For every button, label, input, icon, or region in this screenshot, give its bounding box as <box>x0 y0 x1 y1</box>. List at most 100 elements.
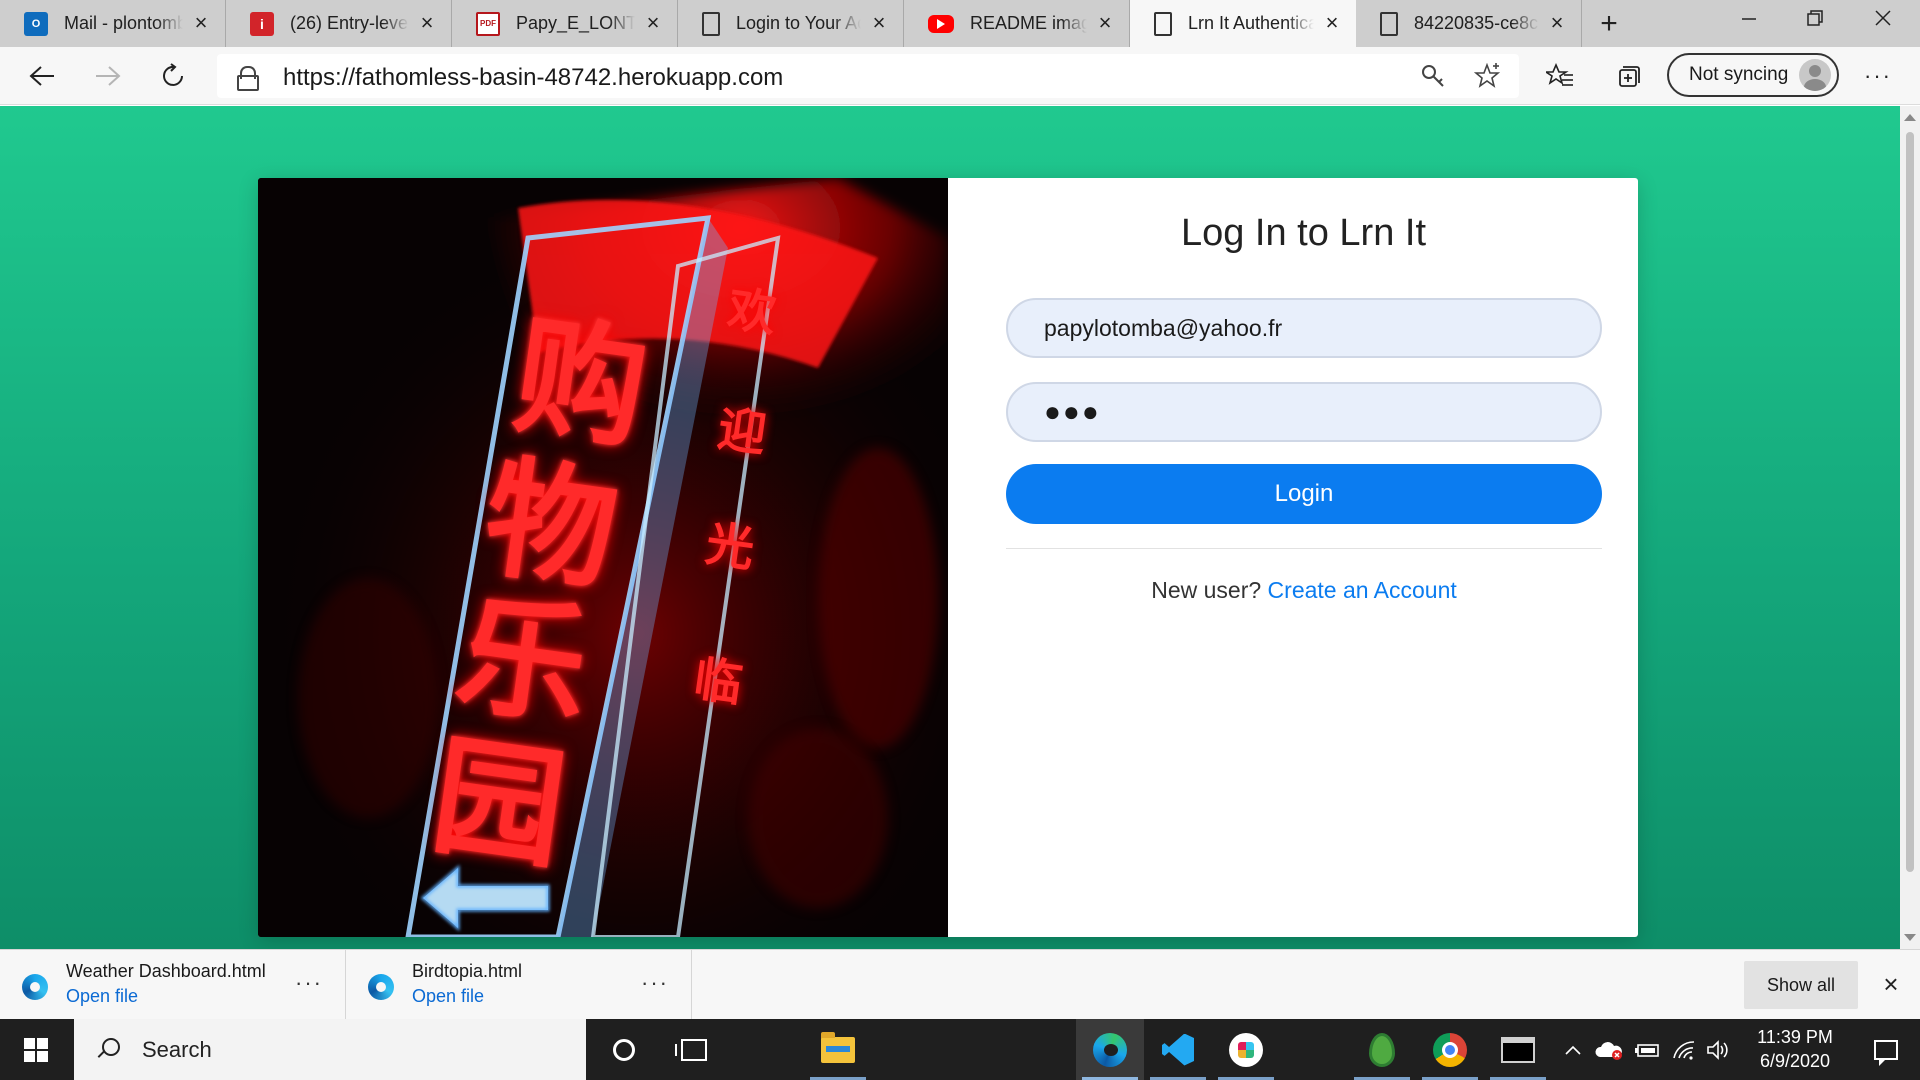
document-icon <box>1154 11 1172 36</box>
favorite-star-icon[interactable] <box>1473 62 1501 90</box>
close-icon[interactable]: × <box>1876 969 1906 999</box>
close-icon[interactable]: × <box>417 11 437 34</box>
email-field[interactable] <box>1006 298 1602 358</box>
task-view-icon <box>675 1038 707 1061</box>
close-icon[interactable]: × <box>643 11 663 34</box>
clock-date: 6/9/2020 <box>1759 1051 1831 1071</box>
scroll-down-arrow-icon[interactable] <box>1904 934 1916 941</box>
download-item[interactable]: Birdtopia.html Open file ··· <box>346 950 692 1020</box>
tab-lrn-it[interactable]: Lrn It Authentication × <box>1130 0 1356 47</box>
file-explorer-button[interactable] <box>804 1019 872 1080</box>
battery-icon[interactable] <box>1632 1019 1664 1080</box>
scroll-thumb[interactable] <box>1906 132 1914 872</box>
login-button[interactable]: Login <box>1006 464 1602 524</box>
slack-icon <box>1229 1032 1263 1067</box>
scroll-up-arrow-icon[interactable] <box>1904 114 1916 121</box>
windows-taskbar: Search 11:39 PM 6/9/2020 <box>0 1019 1920 1080</box>
volume-icon[interactable] <box>1702 1019 1734 1080</box>
page-title: Log In to Lrn It <box>1180 212 1427 254</box>
pdf-icon: PDF <box>476 11 500 36</box>
edge-file-icon <box>22 974 48 1000</box>
page-scrollbar[interactable] <box>1900 106 1920 949</box>
signup-row: New user? Create an Account <box>1006 577 1602 604</box>
outlook-icon: O <box>24 11 48 36</box>
terminal-button[interactable] <box>1484 1019 1552 1080</box>
close-window-button[interactable] <box>1850 0 1916 36</box>
taskbar-search[interactable]: Search <box>74 1019 586 1080</box>
close-icon[interactable]: × <box>1322 11 1342 34</box>
tab-mail[interactable]: O Mail - plontomba × <box>0 0 226 47</box>
wifi-icon[interactable] <box>1668 1019 1700 1080</box>
tab-strip: O Mail - plontomba × i (26) Entry-level … <box>0 0 1920 47</box>
neon-glyph: 园 <box>424 718 574 888</box>
more-icon: ··· <box>1864 63 1892 88</box>
tab-file[interactable]: 84220835-ce8c × <box>1356 0 1582 47</box>
sync-label: Not syncing <box>1689 64 1789 85</box>
forward-button[interactable] <box>90 58 126 94</box>
start-button[interactable] <box>0 1019 72 1080</box>
url-text[interactable]: https://fathomless-basin-48742.herokuapp… <box>283 64 783 92</box>
forward-arrow-icon <box>96 66 121 86</box>
key-icon[interactable] <box>1419 62 1447 90</box>
neon-side-glyph: 临 <box>690 650 746 714</box>
restore-icon <box>1807 10 1823 26</box>
new-tab-button[interactable]: + <box>1582 0 1636 47</box>
notification-icon <box>1874 1039 1898 1066</box>
tab-readme[interactable]: README images × <box>904 0 1130 47</box>
close-icon[interactable]: × <box>191 11 211 34</box>
mongodb-icon <box>1369 1032 1395 1067</box>
create-account-link[interactable]: Create an Account <box>1268 577 1457 603</box>
neon-glyph: 物 <box>476 440 626 610</box>
login-form: Log In to Lrn It Login New user? Create … <box>948 178 1638 937</box>
close-icon <box>1875 10 1891 26</box>
indeed-icon: i <box>250 11 274 36</box>
download-item[interactable]: Weather Dashboard.html Open file ··· <box>0 950 346 1020</box>
slack-button[interactable] <box>1212 1019 1280 1080</box>
address-bar[interactable]: https://fathomless-basin-48742.herokuapp… <box>217 54 1519 98</box>
more-icon[interactable]: ··· <box>295 970 323 996</box>
show-hidden-icons-button[interactable] <box>1560 1019 1586 1080</box>
profile-sync-button[interactable]: Not syncing <box>1667 53 1839 97</box>
show-all-button[interactable]: Show all <box>1744 961 1858 1009</box>
favorites-button[interactable] <box>1542 58 1578 94</box>
neon-side-glyph: 光 <box>702 515 758 579</box>
settings-more-button[interactable]: ··· <box>1860 58 1896 94</box>
minimize-button[interactable] <box>1716 0 1782 36</box>
refresh-button[interactable] <box>156 58 192 94</box>
refresh-icon <box>163 63 183 86</box>
search-placeholder: Search <box>142 1036 212 1062</box>
close-icon[interactable]: × <box>869 11 889 34</box>
close-icon[interactable]: × <box>1547 11 1567 34</box>
cortana-button[interactable] <box>590 1019 658 1080</box>
tab-title: 84220835-ce8c <box>1414 13 1539 33</box>
tab-pdf[interactable]: PDF Papy_E_LONTOMBA × <box>452 0 678 47</box>
collections-button[interactable] <box>1610 58 1646 94</box>
chrome-button[interactable] <box>1416 1019 1484 1080</box>
task-view-button[interactable] <box>660 1019 728 1080</box>
lock-icon <box>237 66 259 91</box>
open-file-link[interactable]: Open file <box>412 986 484 1007</box>
open-file-link[interactable]: Open file <box>66 986 138 1007</box>
back-button[interactable] <box>24 58 60 94</box>
chrome-icon <box>1433 1032 1467 1067</box>
page-viewport: 购 物 乐 园 欢 迎 光 临 Log In to Lrn It Login N… <box>0 106 1900 949</box>
edge-button[interactable] <box>1076 1019 1144 1080</box>
download-filename: Weather Dashboard.html <box>66 961 266 981</box>
tab-title: Papy_E_LONTOMBA <box>516 13 635 33</box>
tab-indeed[interactable]: i (26) Entry-level × <box>226 0 452 47</box>
vscode-button[interactable] <box>1144 1019 1212 1080</box>
vscode-icon <box>1162 1033 1194 1066</box>
browser-toolbar: https://fathomless-basin-48742.herokuapp… <box>0 47 1920 105</box>
mongodb-compass-button[interactable] <box>1348 1019 1416 1080</box>
download-filename: Birdtopia.html <box>412 961 523 981</box>
clock-time: 11:39 PM <box>1757 1027 1833 1047</box>
restore-button[interactable] <box>1782 0 1848 36</box>
password-field[interactable] <box>1006 382 1602 442</box>
more-icon[interactable]: ··· <box>641 970 669 996</box>
system-clock[interactable]: 11:39 PM 6/9/2020 <box>1738 1025 1852 1073</box>
close-icon[interactable]: × <box>1095 11 1115 34</box>
tab-login[interactable]: Login to Your Account × <box>678 0 904 47</box>
onedrive-tray-icon[interactable] <box>1592 1019 1626 1080</box>
terminal-icon <box>1501 1036 1535 1063</box>
action-center-button[interactable] <box>1852 1019 1920 1080</box>
